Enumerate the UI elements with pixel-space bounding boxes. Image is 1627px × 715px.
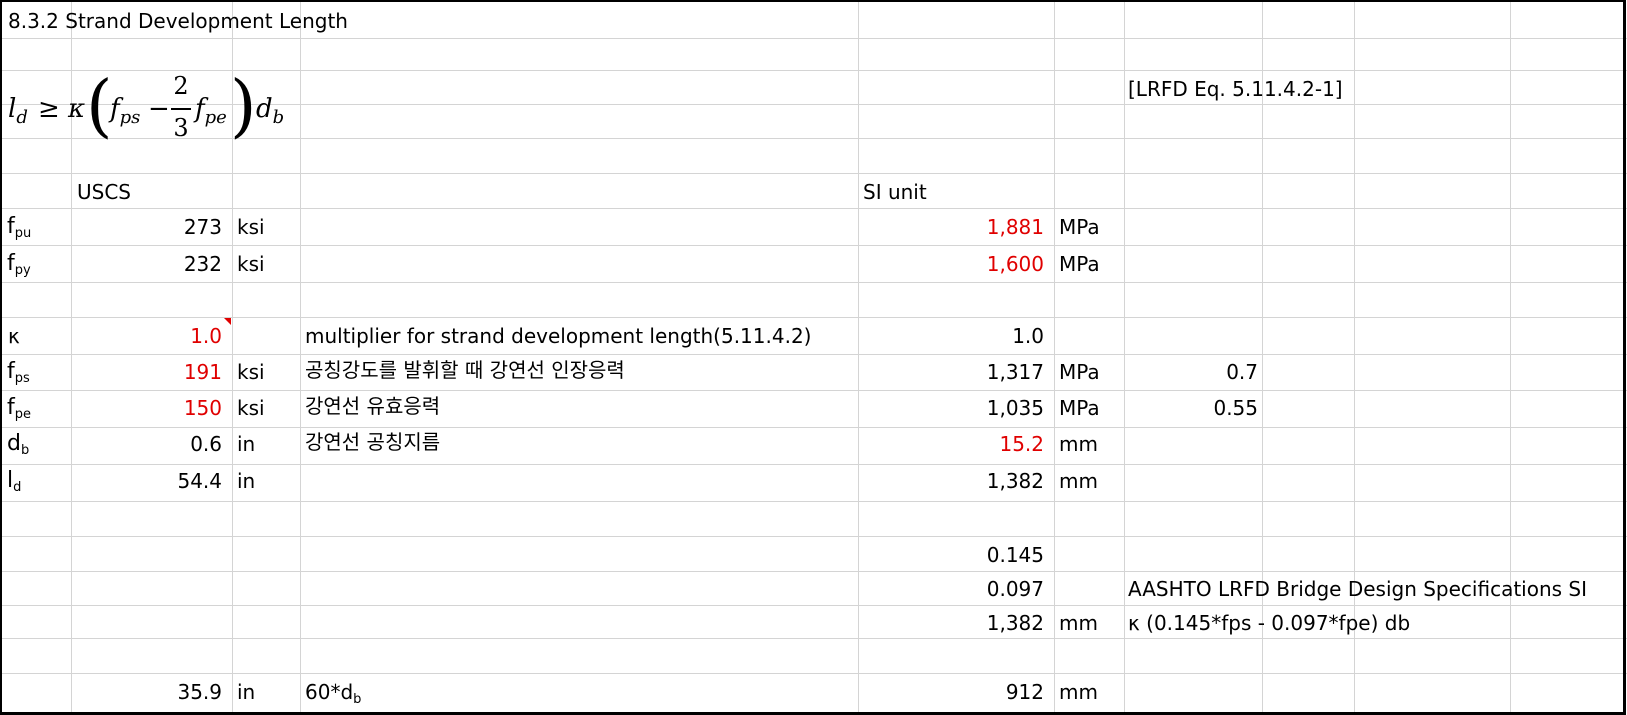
fps-si-value[interactable]: 1,317 [858, 360, 1044, 384]
db-unit[interactable]: in [237, 432, 255, 456]
grid-line [0, 282, 1627, 283]
grid-line [0, 605, 1627, 606]
symbol-fpe[interactable]: fpe [7, 396, 31, 423]
grid-line [0, 464, 1627, 465]
si-factor-b[interactable]: 0.097 [858, 577, 1044, 601]
min-length-uscs-value[interactable]: 35.9 [72, 680, 222, 704]
left-paren: ( [86, 67, 113, 146]
fpy-unit[interactable]: ksi [237, 252, 265, 276]
fpy-si-value[interactable]: 1,600 [858, 252, 1044, 276]
fraction-numerator: 2 [173, 72, 189, 100]
kappa-uscs-value[interactable]: 1.0 [72, 324, 222, 348]
db-si-value[interactable]: 15.2 [858, 432, 1044, 456]
fpu-si-unit[interactable]: MPa [1059, 215, 1100, 239]
fpu-unit[interactable]: ksi [237, 215, 265, 239]
grid-line [0, 501, 1627, 502]
equation-kappa: κ [68, 94, 86, 124]
symbol-fpy[interactable]: fpy [7, 252, 31, 279]
ld-si-unit[interactable]: mm [1059, 469, 1098, 493]
grid-line [0, 208, 1627, 209]
spreadsheet-grid[interactable]: 8.3.2 Strand Development Length ld ≥ κ (… [0, 0, 1627, 715]
si-unit-header[interactable]: SI unit [863, 180, 927, 204]
min-length-description[interactable]: 60*db [305, 680, 361, 708]
fps-ratio[interactable]: 0.7 [1124, 360, 1258, 384]
equation-fpe: fpe [195, 94, 227, 128]
symbol-db[interactable]: db [7, 432, 29, 459]
symbol-kappa[interactable]: κ [8, 324, 20, 348]
symbol-fpu[interactable]: fpu [7, 215, 31, 242]
grid-line [0, 38, 1627, 39]
fpe-description[interactable]: 강연선 유효응력 [305, 394, 440, 418]
symbol-ld[interactable]: ld [7, 469, 21, 496]
db-uscs-value[interactable]: 0.6 [72, 432, 222, 456]
fpe-si-unit[interactable]: MPa [1059, 396, 1100, 420]
ld-si-value[interactable]: 1,382 [858, 469, 1044, 493]
si-factor-a[interactable]: 0.145 [858, 543, 1044, 567]
equation-fps: fps [110, 94, 141, 128]
grid-line [0, 317, 1627, 318]
ld-uscs-value[interactable]: 54.4 [72, 469, 222, 493]
fps-description[interactable]: 공칭강도를 발휘할 때 강연선 인장응력 [305, 358, 625, 382]
fps-unit[interactable]: ksi [237, 360, 265, 384]
fps-uscs-value[interactable]: 191 [72, 360, 222, 384]
right-paren: ) [230, 67, 257, 146]
fpe-si-value[interactable]: 1,035 [858, 396, 1044, 420]
kappa-description[interactable]: multiplier for strand development length… [305, 324, 811, 348]
equation-ld: ld [8, 94, 28, 128]
grid-line [0, 173, 1627, 174]
fraction-bar [171, 108, 191, 110]
aashto-spec-note[interactable]: AASHTO LRFD Bridge Design Specifications… [1128, 577, 1587, 601]
comment-indicator[interactable] [224, 318, 231, 325]
equation-minus: − [148, 94, 170, 124]
ld-unit[interactable]: in [237, 469, 255, 493]
grid-line [0, 354, 1627, 355]
db-si-unit[interactable]: mm [1059, 432, 1098, 456]
symbol-fps[interactable]: fps [7, 360, 30, 387]
lrfd-equation-reference[interactable]: [LRFD Eq. 5.11.4.2-1] [1128, 77, 1343, 101]
fpy-si-unit[interactable]: MPa [1059, 252, 1100, 276]
fpe-ratio[interactable]: 0.55 [1124, 396, 1258, 420]
fpe-uscs-value[interactable]: 150 [72, 396, 222, 420]
db-description[interactable]: 강연선 공칭지름 [305, 430, 440, 454]
grid-line [0, 673, 1627, 674]
grid-line [0, 245, 1627, 246]
equation-db: db [256, 94, 285, 128]
fps-si-unit[interactable]: MPa [1059, 360, 1100, 384]
fraction-denominator: 3 [173, 114, 189, 142]
grid-line [0, 638, 1627, 639]
kappa-si-value[interactable]: 1.0 [858, 324, 1044, 348]
fpu-si-value[interactable]: 1,881 [858, 215, 1044, 239]
grid-line [0, 427, 1627, 428]
si-ld-result[interactable]: 1,382 [858, 611, 1044, 635]
grid-line [858, 0, 859, 714]
grid-line [1354, 0, 1355, 714]
fpy-uscs-value[interactable]: 232 [72, 252, 222, 276]
grid-line [1262, 0, 1263, 714]
grid-line [1124, 0, 1125, 714]
min-length-unit[interactable]: in [237, 680, 255, 704]
grid-line [300, 0, 301, 714]
grid-line [0, 571, 1627, 572]
si-formula-note[interactable]: κ (0.145*fps - 0.097*fpe) db [1128, 611, 1410, 635]
si-ld-result-unit[interactable]: mm [1059, 611, 1098, 635]
grid-line [0, 536, 1627, 537]
fpe-unit[interactable]: ksi [237, 396, 265, 420]
equation-relation: ≥ [38, 94, 60, 124]
min-length-si-unit[interactable]: mm [1059, 680, 1098, 704]
grid-line [0, 390, 1627, 391]
min-length-si-value[interactable]: 912 [858, 680, 1044, 704]
sheet-title[interactable]: 8.3.2 Strand Development Length [8, 9, 348, 33]
grid-line [1510, 0, 1511, 714]
fpu-uscs-value[interactable]: 273 [72, 215, 222, 239]
grid-line [1054, 0, 1055, 714]
uscs-header[interactable]: USCS [77, 180, 131, 204]
